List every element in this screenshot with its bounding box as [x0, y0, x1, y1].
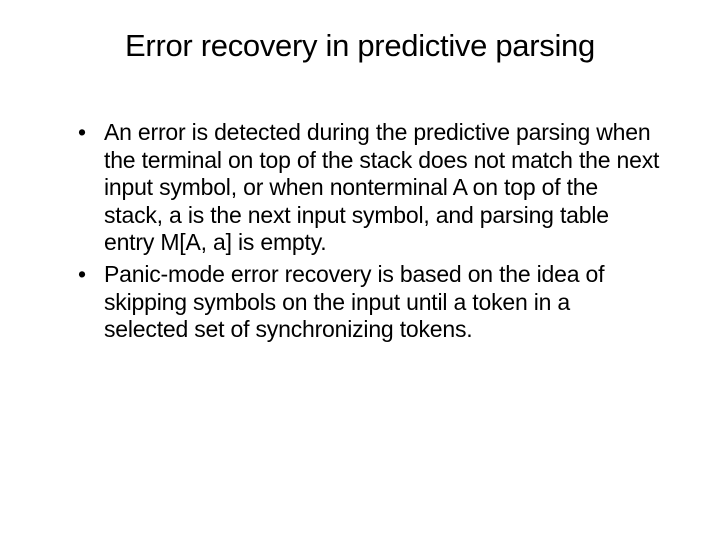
list-item: Panic-mode error recovery is based on th… — [74, 261, 660, 344]
list-item: An error is detected during the predicti… — [74, 119, 660, 257]
slide-title: Error recovery in predictive parsing — [60, 28, 660, 64]
bullet-list: An error is detected during the predicti… — [60, 119, 660, 344]
